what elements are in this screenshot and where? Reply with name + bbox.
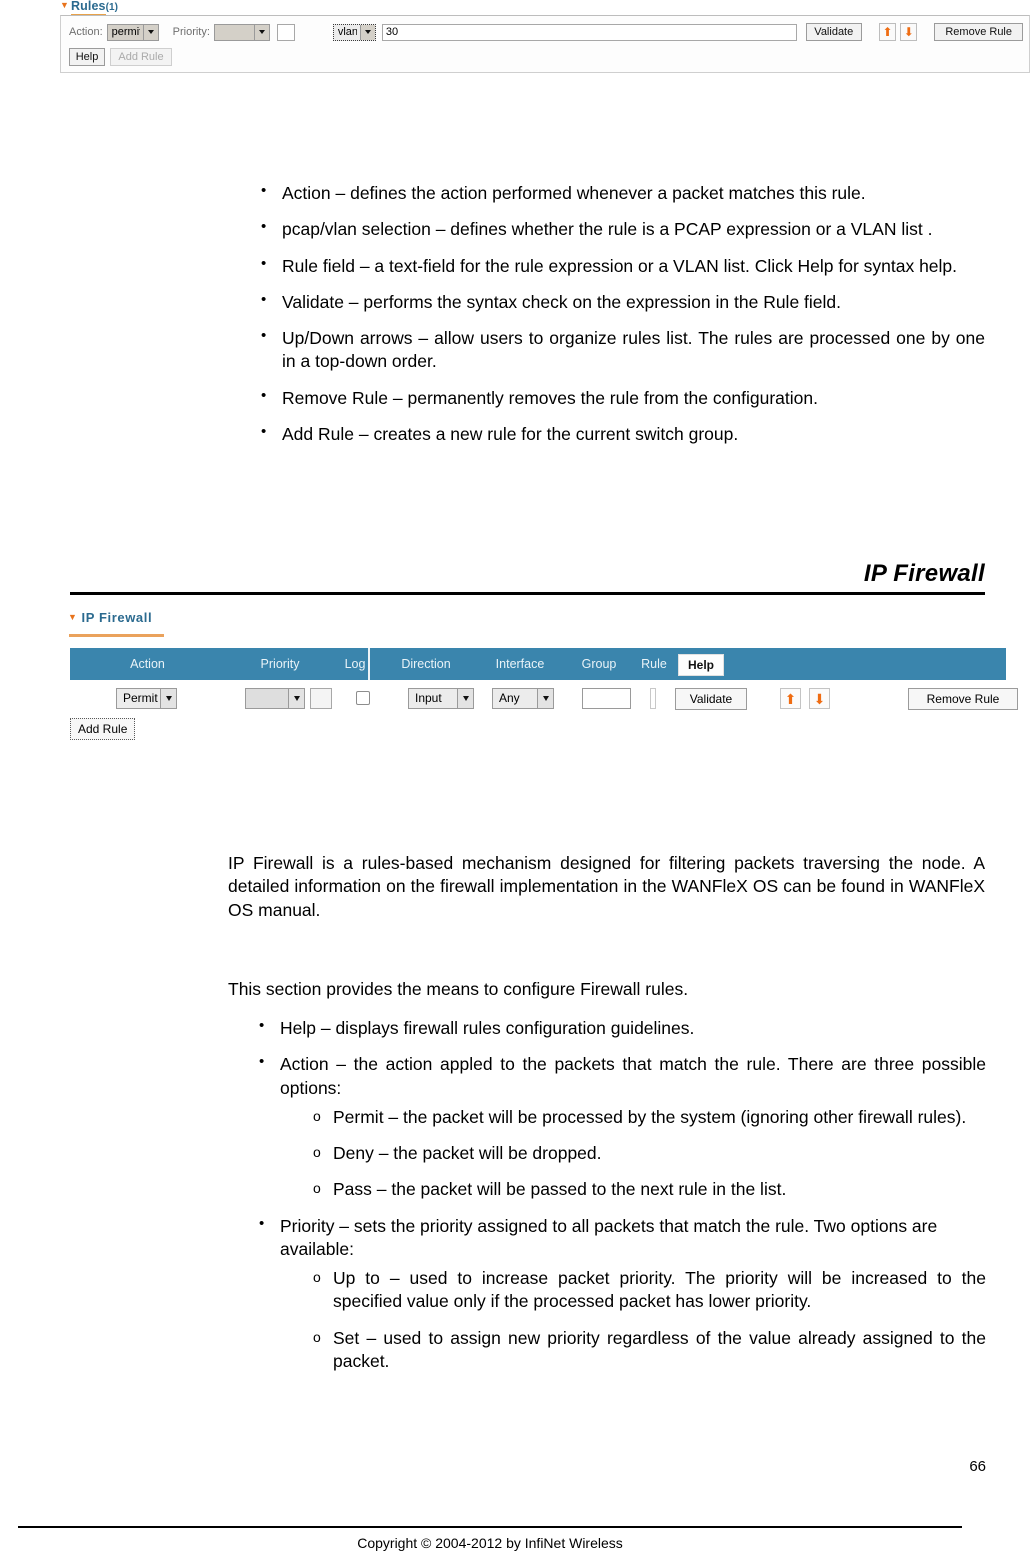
sub-list-item: Up to – used to increase packet priority… [280, 1267, 986, 1314]
firewall-direction-value: Input [415, 691, 442, 705]
rules-actions-row: Help Add Rule [69, 47, 172, 67]
firewall-priority-value-input[interactable] [310, 688, 332, 709]
chevron-down-icon [288, 689, 304, 708]
sub-list-item: Pass – the packet will be passed to the … [280, 1178, 986, 1201]
section-lead-paragraph: This section provides the means to confi… [228, 979, 689, 999]
action-select[interactable]: permit [106, 23, 159, 41]
firewall-priority-select[interactable] [245, 688, 305, 709]
title-underline [69, 634, 164, 637]
sub-list-item: Set – used to assign new priority regard… [280, 1327, 986, 1374]
firewall-add-rule-button[interactable]: Add Rule [70, 718, 136, 740]
section-heading-divider [70, 592, 985, 595]
rule-expression-input[interactable]: 30 [381, 23, 797, 41]
triangle-down-icon[interactable]: ▼ [60, 0, 69, 10]
column-header-group: Group [581, 657, 617, 671]
firewall-action-value: Permit [123, 691, 158, 705]
chevron-down-icon [253, 24, 269, 40]
firewall-validate-button[interactable]: Validate [675, 688, 747, 710]
firewall-direction-select[interactable]: Input [408, 688, 474, 709]
list-item: Add Rule – creates a new rule for the cu… [255, 422, 985, 446]
chevron-down-icon [537, 689, 553, 708]
ip-firewall-screenshot: ▼ IP Firewall Action Priority Log Directi… [45, 605, 1030, 755]
ip-firewall-panel-title[interactable]: ▼ IP Firewall [68, 610, 152, 625]
firewall-action-select[interactable]: Permit [116, 688, 177, 709]
triangle-down-icon[interactable]: ▼ [68, 612, 78, 622]
validate-button[interactable]: Validate [805, 23, 862, 41]
list-item: Help – displays firewall rules configura… [253, 1016, 986, 1040]
sub-list: Permit – the packet will be processed by… [280, 1106, 986, 1202]
list-item: Up/Down arrows – allow users to organize… [255, 326, 985, 374]
rules-title-label: Rules [71, 0, 106, 16]
chevron-down-icon [457, 689, 473, 708]
firewall-move-up-button[interactable]: ⬆ [780, 688, 801, 709]
rules-panel-body: Action: permit Priority: vlan 30 Validat… [60, 15, 1030, 73]
rules-panel-title[interactable]: ▼ Rules(1) [60, 0, 119, 16]
column-header-interface: Interface [495, 657, 545, 671]
footer-copyright: Copyright © 2004-2012 by InfiNet Wireles… [357, 1535, 623, 1551]
sub-list: Up to – used to increase packet priority… [280, 1267, 986, 1373]
list-item-text: Priority – sets the priority assigned to… [280, 1215, 938, 1259]
remove-rule-button[interactable]: Remove Rule [934, 23, 1023, 41]
chevron-down-icon [359, 24, 375, 40]
section-heading: IP Firewall [863, 560, 985, 587]
list-item: Action – defines the action performed wh… [255, 181, 985, 205]
firewall-rule-input[interactable] [650, 688, 656, 709]
help-button[interactable]: Help [69, 48, 105, 66]
list-item: Validate – performs the syntax check on … [255, 290, 985, 314]
move-down-button[interactable]: ⬇ [900, 23, 918, 41]
column-header-rule: Rule [641, 657, 667, 671]
rule-mode-value: vlan [337, 25, 357, 38]
add-rule-button[interactable]: Add Rule [110, 48, 172, 66]
chevron-down-icon [160, 689, 176, 708]
rules-panel: ▼ Rules(1) Action: permit Priority: vlan … [55, 0, 1030, 76]
chevron-down-icon [142, 24, 158, 40]
firewall-rule-row: Permit Input Any Validate ⬆ ⬇ Remove Rul… [70, 688, 1018, 712]
priority-value-input[interactable] [276, 23, 295, 41]
rules-count: (1) [105, 2, 119, 13]
switch-group-bullet-list: Action – defines the action performed wh… [255, 181, 985, 459]
move-up-button[interactable]: ⬆ [878, 23, 897, 41]
list-item: pcap/vlan selection – defines whether th… [255, 217, 985, 241]
column-header-priority: Priority [260, 657, 300, 671]
column-header-action: Action [130, 657, 165, 671]
firewall-bullet-list: Help – displays firewall rules configura… [253, 1016, 986, 1386]
firewall-help-button[interactable]: Help [678, 654, 725, 676]
rule-mode-select[interactable]: vlan [332, 23, 376, 41]
list-item: Action – the action appled to the packet… [253, 1052, 986, 1202]
sub-list-item: Deny – the packet will be dropped. [280, 1142, 986, 1165]
priority-label: Priority: [172, 26, 210, 38]
list-item: Rule field – a text-field for the rule e… [255, 254, 985, 278]
firewall-log-checkbox[interactable] [356, 691, 370, 705]
firewall-group-input[interactable] [582, 688, 631, 709]
action-select-value: permit [111, 25, 140, 38]
firewall-table-header: Action Priority Log Direction Interface … [70, 648, 1006, 680]
page-number: 66 [969, 1458, 986, 1475]
intro-paragraph: IP Firewall is a rules-based mechanism d… [228, 853, 985, 920]
column-header-direction: Direction [401, 657, 451, 671]
rules-controls-row: Action: permit Priority: vlan 30 Validat… [69, 22, 1023, 42]
column-header-log: Log [344, 657, 366, 671]
list-item: Remove Rule – permanently removes the ru… [255, 386, 985, 410]
firewall-interface-select[interactable]: Any [492, 688, 554, 709]
ip-firewall-title-label: IP Firewall [81, 610, 153, 625]
firewall-interface-value: Any [499, 691, 520, 705]
list-item-text: Action – the action appled to the packet… [280, 1054, 986, 1098]
list-item: Priority – sets the priority assigned to… [253, 1214, 986, 1374]
footer-divider [18, 1526, 962, 1528]
priority-select[interactable] [213, 23, 270, 41]
sub-list-item: Permit – the packet will be processed by… [280, 1106, 986, 1129]
firewall-move-down-button[interactable]: ⬇ [809, 688, 830, 709]
action-label: Action: [69, 26, 103, 38]
firewall-remove-rule-button[interactable]: Remove Rule [908, 688, 1018, 710]
